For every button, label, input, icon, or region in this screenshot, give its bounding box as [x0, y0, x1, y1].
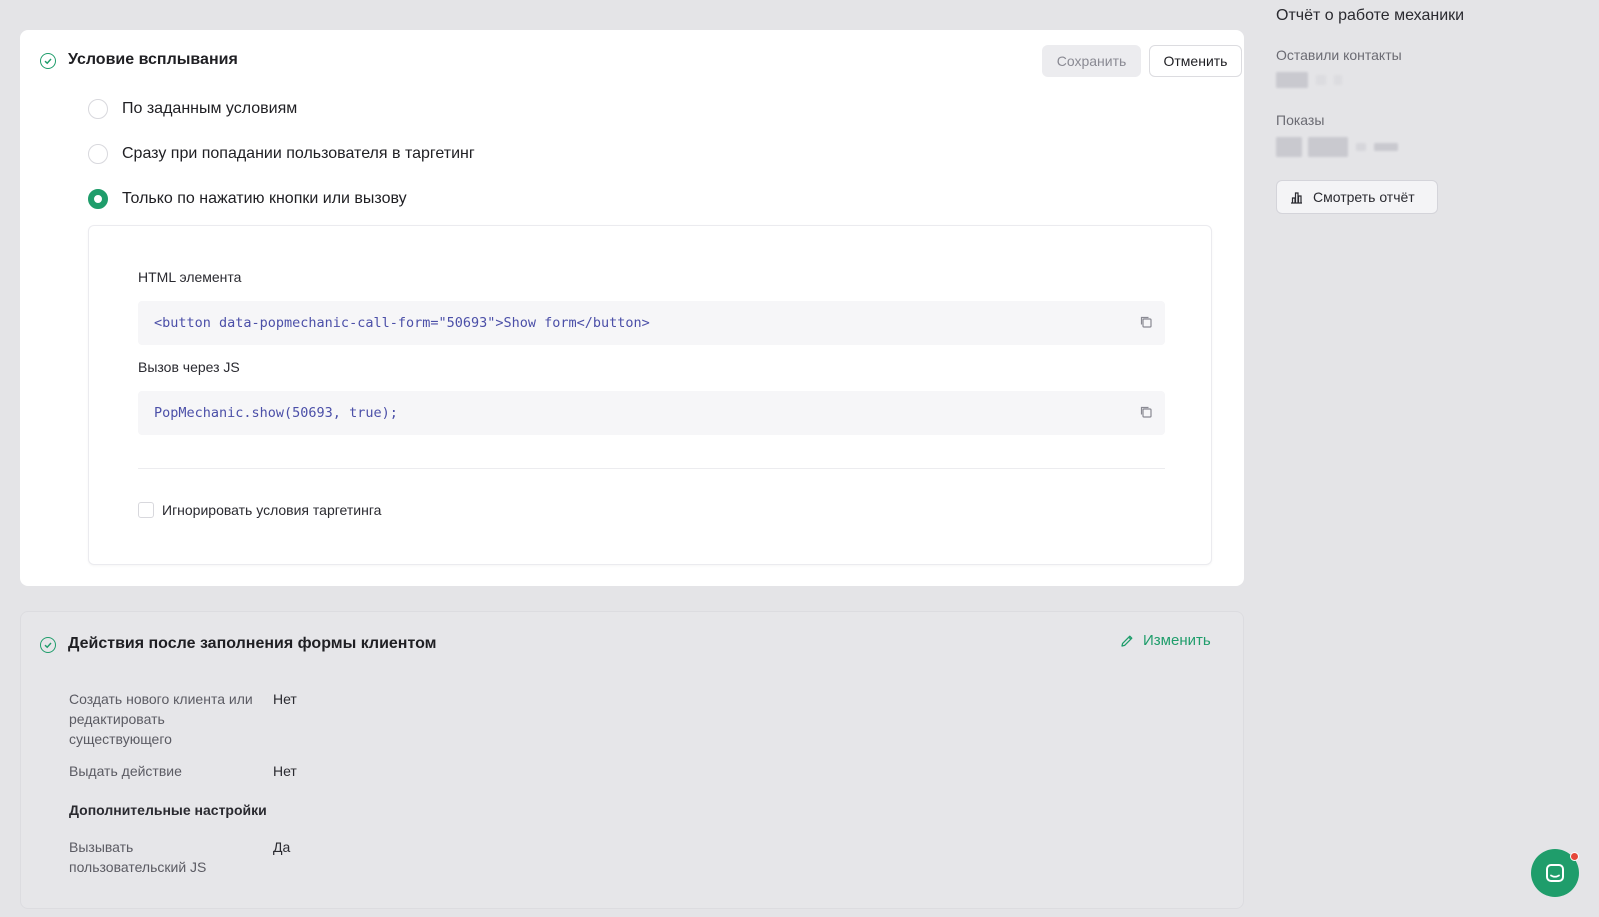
- extra-settings-title: Дополнительные настройки: [69, 802, 267, 818]
- views-label: Показы: [1276, 112, 1325, 128]
- report-title: Отчёт о работе механики: [1276, 7, 1465, 24]
- copy-icon[interactable]: [1139, 405, 1153, 419]
- radio-button-selected[interactable]: [88, 189, 108, 209]
- edit-button-label: Изменить: [1143, 632, 1211, 649]
- radio-label: Только по нажатию кнопки или вызову: [122, 190, 407, 207]
- give-action-value: Нет: [273, 763, 297, 779]
- radio-option-on-button-click[interactable]: Только по нажатию кнопки или вызову: [88, 189, 407, 209]
- check-circle-icon: [40, 53, 56, 69]
- html-code: <button data-popmechanic-call-form="5069…: [154, 315, 650, 331]
- call-settings-panel: HTML элемента <button data-popmechanic-c…: [88, 225, 1212, 565]
- ignore-targeting-row[interactable]: Игнорировать условия таргетинга: [138, 502, 381, 518]
- views-value-redacted: [1356, 143, 1366, 151]
- radio-button[interactable]: [88, 144, 108, 164]
- divider: [138, 468, 1165, 469]
- custom-js-key: Вызывать пользовательский JS: [69, 839, 207, 875]
- custom-js-value: Да: [273, 839, 291, 855]
- ignore-targeting-checkbox[interactable]: [138, 502, 154, 518]
- html-code-box: <button data-popmechanic-call-form="5069…: [138, 301, 1165, 345]
- give-action-key: Выдать действие: [69, 763, 182, 779]
- check-circle-icon: [40, 637, 56, 653]
- popup-condition-title: Условие всплывания: [68, 51, 238, 68]
- popup-condition-card: Условие всплывания Сохранить Отменить По…: [20, 30, 1244, 586]
- radio-option-by-conditions[interactable]: По заданным условиям: [88, 99, 297, 119]
- views-value-redacted: [1374, 143, 1398, 151]
- create-client-key: Создать нового клиента или редактировать…: [69, 691, 253, 747]
- chat-icon: [1546, 864, 1564, 882]
- pencil-icon: [1121, 635, 1133, 647]
- contacts-label: Оставили контакты: [1276, 47, 1402, 63]
- ignore-targeting-label: Игнорировать условия таргетинга: [162, 502, 382, 518]
- cancel-button[interactable]: Отменить: [1149, 45, 1242, 77]
- save-button[interactable]: Сохранить: [1042, 45, 1141, 77]
- view-report-label: Смотреть отчёт: [1313, 189, 1415, 205]
- contacts-value-redacted: [1334, 75, 1342, 85]
- after-submit-title: Действия после заполнения формы клиентом: [68, 635, 437, 652]
- view-report-button[interactable]: Смотреть отчёт: [1276, 180, 1438, 214]
- after-submit-card: Действия после заполнения формы клиентом…: [20, 611, 1244, 909]
- views-value-redacted: [1308, 137, 1348, 157]
- radio-option-on-targeting[interactable]: Сразу при попадании пользователя в тарге…: [88, 144, 475, 164]
- contacts-value-redacted: [1316, 75, 1326, 85]
- contacts-value-redacted: [1276, 72, 1308, 88]
- js-code: PopMechanic.show(50693, true);: [154, 405, 398, 421]
- create-client-value: Нет: [273, 691, 297, 707]
- bar-chart-icon: [1291, 191, 1302, 204]
- radio-label: По заданным условиям: [122, 100, 298, 117]
- radio-label: Сразу при попадании пользователя в тарге…: [122, 145, 475, 162]
- copy-icon[interactable]: [1139, 315, 1153, 329]
- js-call-label: Вызов через JS: [138, 359, 240, 375]
- edit-button[interactable]: Изменить: [1119, 632, 1211, 649]
- radio-button[interactable]: [88, 99, 108, 119]
- notification-badge: [1570, 852, 1579, 861]
- views-value-redacted: [1276, 137, 1302, 157]
- js-code-box: PopMechanic.show(50693, true);: [138, 391, 1165, 435]
- html-element-label: HTML элемента: [138, 269, 242, 285]
